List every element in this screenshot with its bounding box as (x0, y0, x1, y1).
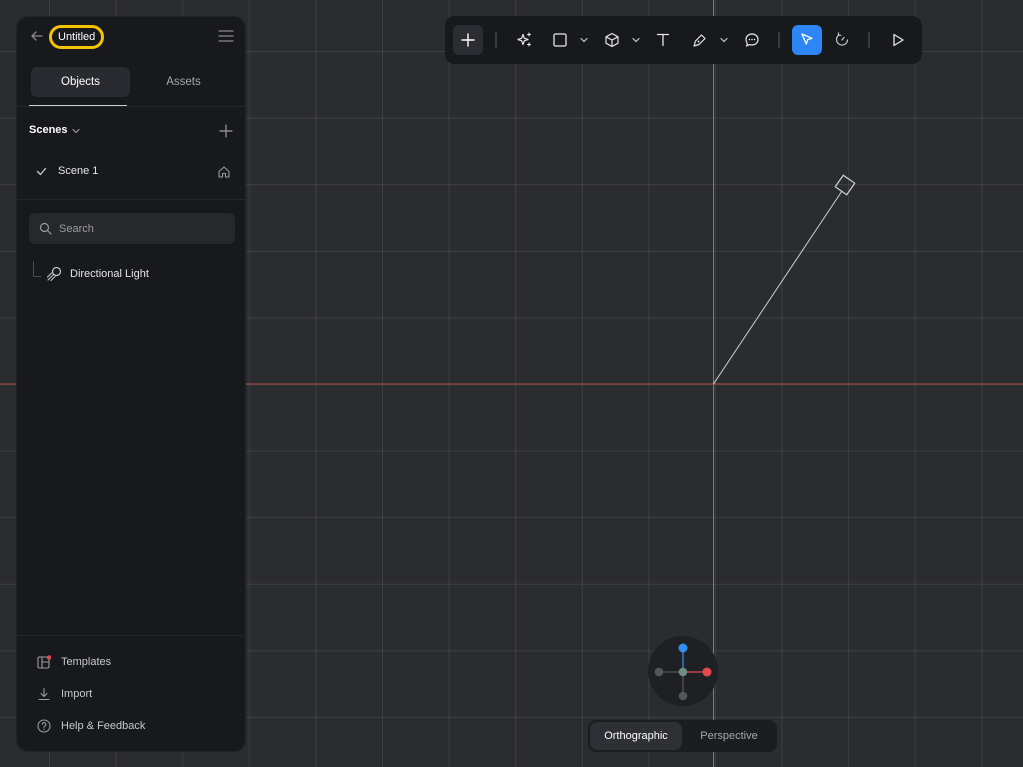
templates-link[interactable]: Templates (37, 653, 227, 671)
scene-item[interactable]: Scene 1 (29, 161, 235, 183)
sparkles-icon (517, 32, 532, 47)
chevron-down-icon[interactable] (579, 35, 589, 45)
neg-y-axis-handle (678, 691, 688, 701)
hamburger-menu-icon[interactable] (218, 29, 234, 43)
tab-objects[interactable]: Objects (31, 67, 130, 97)
pen-tool-button[interactable] (685, 25, 715, 55)
text-tool-button[interactable] (648, 25, 678, 55)
tree-item-label: Directional Light (70, 268, 149, 280)
templates-label: Templates (61, 656, 112, 668)
search-icon (39, 222, 52, 235)
toolbar-divider (868, 32, 870, 48)
panel-header: Untitled (17, 17, 247, 59)
ai-generate-button[interactable] (509, 25, 539, 55)
play-icon (893, 33, 904, 47)
check-icon (36, 167, 47, 176)
axis-gizmo-graphic (654, 643, 712, 701)
chevron-down-icon[interactable] (719, 35, 729, 45)
comment-tool-button[interactable] (737, 25, 767, 55)
orthographic-option[interactable]: Orthographic (590, 722, 682, 750)
tree-connector (33, 261, 41, 277)
top-toolbar (445, 16, 922, 64)
tab-assets[interactable]: Assets (134, 67, 233, 97)
import-link[interactable]: Import (37, 685, 227, 703)
divider (17, 635, 247, 636)
directional-light-gizmo[interactable] (713, 174, 856, 385)
orbit-tool-button[interactable] (827, 25, 857, 55)
cursor-arrow-icon (801, 33, 813, 45)
rectangle-icon (553, 33, 567, 47)
toolbar-divider (495, 32, 497, 48)
orbit-icon (835, 32, 849, 46)
scenes-label[interactable]: Scenes (29, 124, 68, 136)
plus-icon (461, 33, 475, 47)
scene-item-label: Scene 1 (58, 165, 99, 177)
play-button[interactable] (883, 25, 913, 55)
y-axis-handle (678, 643, 688, 653)
help-icon (37, 719, 51, 733)
download-icon (38, 687, 50, 701)
text-icon (656, 33, 670, 47)
camera-mode-toggle: Orthographic Perspective (588, 720, 777, 752)
notification-dot (46, 655, 51, 660)
x-axis-handle (702, 667, 712, 677)
templates-icon (37, 655, 51, 669)
comment-icon (745, 33, 759, 47)
add-button[interactable] (453, 25, 483, 55)
left-panel: Untitled Objects Assets Scenes Scene 1 S… (16, 16, 247, 752)
rectangle-tool-button[interactable] (545, 25, 575, 55)
chevron-down-icon[interactable] (71, 126, 81, 136)
add-scene-icon[interactable] (219, 124, 233, 138)
cube-icon (605, 32, 619, 48)
scenes-header: Scenes (29, 121, 235, 141)
pen-icon (693, 34, 706, 47)
panel-tabs: Objects Assets (29, 67, 235, 107)
home-icon[interactable] (217, 165, 231, 179)
help-feedback-link[interactable]: Help & Feedback (37, 717, 227, 735)
chevron-down-icon[interactable] (631, 35, 641, 45)
directional-light-icon (46, 266, 62, 282)
project-title-text: Untitled (58, 31, 96, 43)
search-box (29, 213, 235, 244)
orientation-gizmo[interactable] (648, 636, 718, 706)
toolbar-divider (778, 32, 780, 48)
divider (17, 106, 247, 107)
search-input[interactable] (59, 219, 224, 238)
divider (17, 199, 247, 200)
back-arrow-icon[interactable] (29, 28, 45, 44)
import-label: Import (61, 688, 93, 700)
help-label: Help & Feedback (61, 720, 146, 732)
tree-item-directional-light[interactable]: Directional Light (29, 261, 235, 287)
cube-tool-button[interactable] (597, 25, 627, 55)
neg-x-axis-handle (654, 667, 664, 677)
perspective-option[interactable]: Perspective (684, 722, 774, 750)
z-axis-handle (678, 667, 688, 677)
select-tool-button[interactable] (792, 25, 822, 55)
project-title[interactable]: Untitled (49, 25, 105, 49)
